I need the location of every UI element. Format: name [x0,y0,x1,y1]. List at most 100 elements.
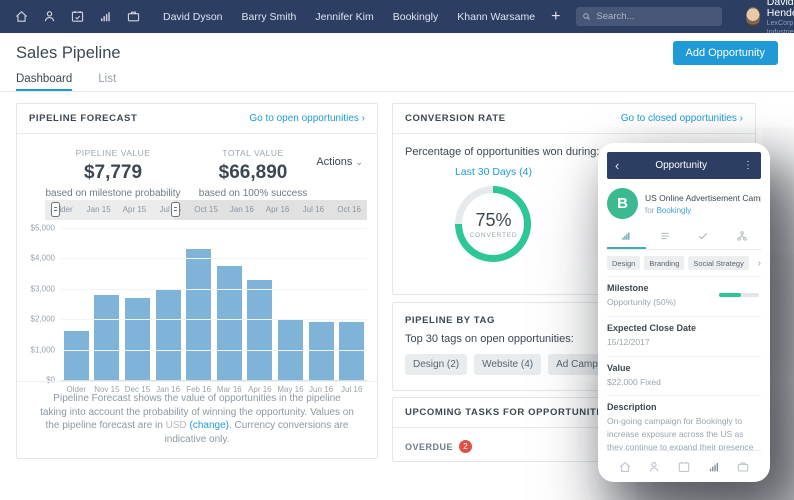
tag-pill[interactable]: Design (2) [405,354,467,375]
user-profile-menu[interactable]: David Henders LexCorp Industries ▾ [746,0,794,37]
contacts-icon[interactable] [42,9,57,24]
contacts-icon[interactable] [647,460,661,474]
field-milestone[interactable]: Milestone Opportunity (50%) [607,277,761,317]
bar-slot: Apr 16 [245,228,276,380]
slider-labels: OlderJan 15Apr 15Jul 15Oct 15Jan 16Apr 1… [45,200,367,220]
total-value-label: TOTAL VALUE [183,148,323,158]
total-value-stat: TOTAL VALUE $66,890 based on 100% succes… [183,148,323,199]
kebab-menu-icon[interactable]: ⋮ [743,160,753,171]
bar-dec-15[interactable] [125,298,150,380]
nav-tab-bookingly[interactable]: Bookingly [393,11,439,23]
bar-slot: Mar 16 [214,228,245,380]
bar-jul-16[interactable] [339,322,364,380]
top-navbar: David Dyson Barry Smith Jennifer Kim Bookin… [0,0,794,33]
y-axis-tick: $2,000 [31,315,55,324]
tab-list[interactable]: List [98,73,116,91]
nav-tab-jennifer-kim[interactable]: Jennifer Kim [315,11,373,23]
bar-mar-16[interactable] [217,266,242,380]
total-value-caption: based on 100% success [183,188,323,199]
bar-slot: Feb 16 [183,228,214,380]
slider-label: Oct 15 [188,200,224,220]
search-box[interactable] [576,7,722,26]
slider-label: Jan 16 [224,200,260,220]
bar-slot: Dec 15 [122,228,153,380]
add-new-icon[interactable]: + [551,8,560,26]
description-label: Description [607,402,761,412]
pipeline-value: $7,779 [43,162,183,184]
phone-tag[interactable]: Design [607,256,640,270]
check-icon [697,230,709,242]
milestone-value: Opportunity (50%) [607,296,761,309]
add-opportunity-button[interactable]: Add Opportunity [673,41,779,65]
tab-dashboard[interactable]: Dashboard [16,73,72,91]
value-label: Value [607,363,761,373]
overdue-label: OVERDUE [405,442,453,452]
y-axis-tick: $3,000 [31,284,55,293]
milestone-progress-fill [719,293,741,297]
briefcase-icon[interactable] [736,460,750,474]
gridline: $5,000 [61,228,367,229]
open-opportunities-link[interactable]: Go to open opportunities › [249,113,365,124]
field-value[interactable]: Value $22,000 Fixed [607,357,761,397]
bar-jun-16[interactable] [309,322,334,380]
opportunity-company-line: for Bookingly [645,206,761,215]
bar-feb-16[interactable] [186,249,211,380]
y-axis-tick: $5,000 [31,224,55,233]
slider-label: Oct 16 [331,200,367,220]
bar-nov-15[interactable] [94,295,119,380]
slider-handle-left[interactable] [51,202,60,217]
value-value: $22,000 Fixed [607,376,761,389]
bar-slot: Older [61,228,92,380]
forecast-footnote: Pipeline Forecast shows the value of opp… [17,381,377,458]
upcoming-tasks-title: UPCOMING TASKS FOR OPPORTUNITIES [405,407,614,418]
closed-opportunities-link[interactable]: Go to closed opportunities › [621,113,743,124]
last-30-days-link[interactable]: Last 30 Days (4) [455,166,532,178]
nav-tab-david-dyson[interactable]: David Dyson [163,11,223,23]
reports-icon[interactable] [707,460,721,474]
change-currency-link[interactable]: (change) [190,420,229,431]
field-close-date[interactable]: Expected Close Date 15/12/2017 [607,317,761,357]
reports-icon[interactable] [98,9,113,24]
search-icon [582,12,591,21]
calendar-icon[interactable] [70,9,85,24]
home-icon[interactable] [618,460,632,474]
tab-notes[interactable] [646,226,685,249]
phone-tab-bar [607,226,761,250]
total-value: $66,890 [183,162,323,184]
bar-jan-16[interactable] [156,289,181,380]
briefcase-icon[interactable] [126,9,141,24]
phone-tag[interactable]: Branding [644,256,684,270]
tab-stats[interactable] [607,226,646,249]
tag-pill[interactable]: Website (4) [474,354,541,375]
opportunity-summary: B US Online Advertisement Campaign for B… [607,188,761,219]
slider-label: Jan 15 [81,200,117,220]
nav-tab-barry-smith[interactable]: Barry Smith [242,11,297,23]
calendar-icon[interactable] [677,460,691,474]
opportunity-avatar: B [607,188,638,219]
phone-tag[interactable]: Social Strategy [688,256,748,270]
opportunity-title: US Online Advertisement Campaign [645,193,761,203]
slider-label: Older [45,200,81,220]
actions-dropdown[interactable]: Actions ⌄ [316,156,363,168]
nav-tab-khann-warsame[interactable]: Khann Warsame [457,11,535,23]
search-input[interactable] [596,11,716,22]
home-icon[interactable] [14,9,29,24]
close-date-label: Expected Close Date [607,323,761,333]
navbar-icon-group [14,9,141,24]
pipeline-value-stat: PIPELINE VALUE $7,779 based on milestone… [43,148,183,199]
chevron-right-icon[interactable]: › [758,258,761,269]
timeline-range-slider[interactable]: OlderJan 15Apr 15Jul 15Oct 15Jan 16Apr 1… [45,200,367,220]
donut-30-value: 75% [475,210,511,231]
page-title: Sales Pipeline [16,44,121,63]
bar-older[interactable] [64,331,89,380]
conversion-rate-title: CONVERSION RATE [405,113,506,124]
slider-handle-right[interactable] [171,202,180,217]
bar-slot: Jul 16 [336,228,367,380]
tab-tasks[interactable] [684,226,723,249]
y-axis-tick: $4,000 [31,254,55,263]
company-link[interactable]: Bookingly [657,206,692,215]
tab-related[interactable] [723,226,762,249]
bar-apr-16[interactable] [247,280,272,380]
y-axis-tick: $1,000 [31,345,55,354]
bar-slot: Jan 16 [153,228,184,380]
